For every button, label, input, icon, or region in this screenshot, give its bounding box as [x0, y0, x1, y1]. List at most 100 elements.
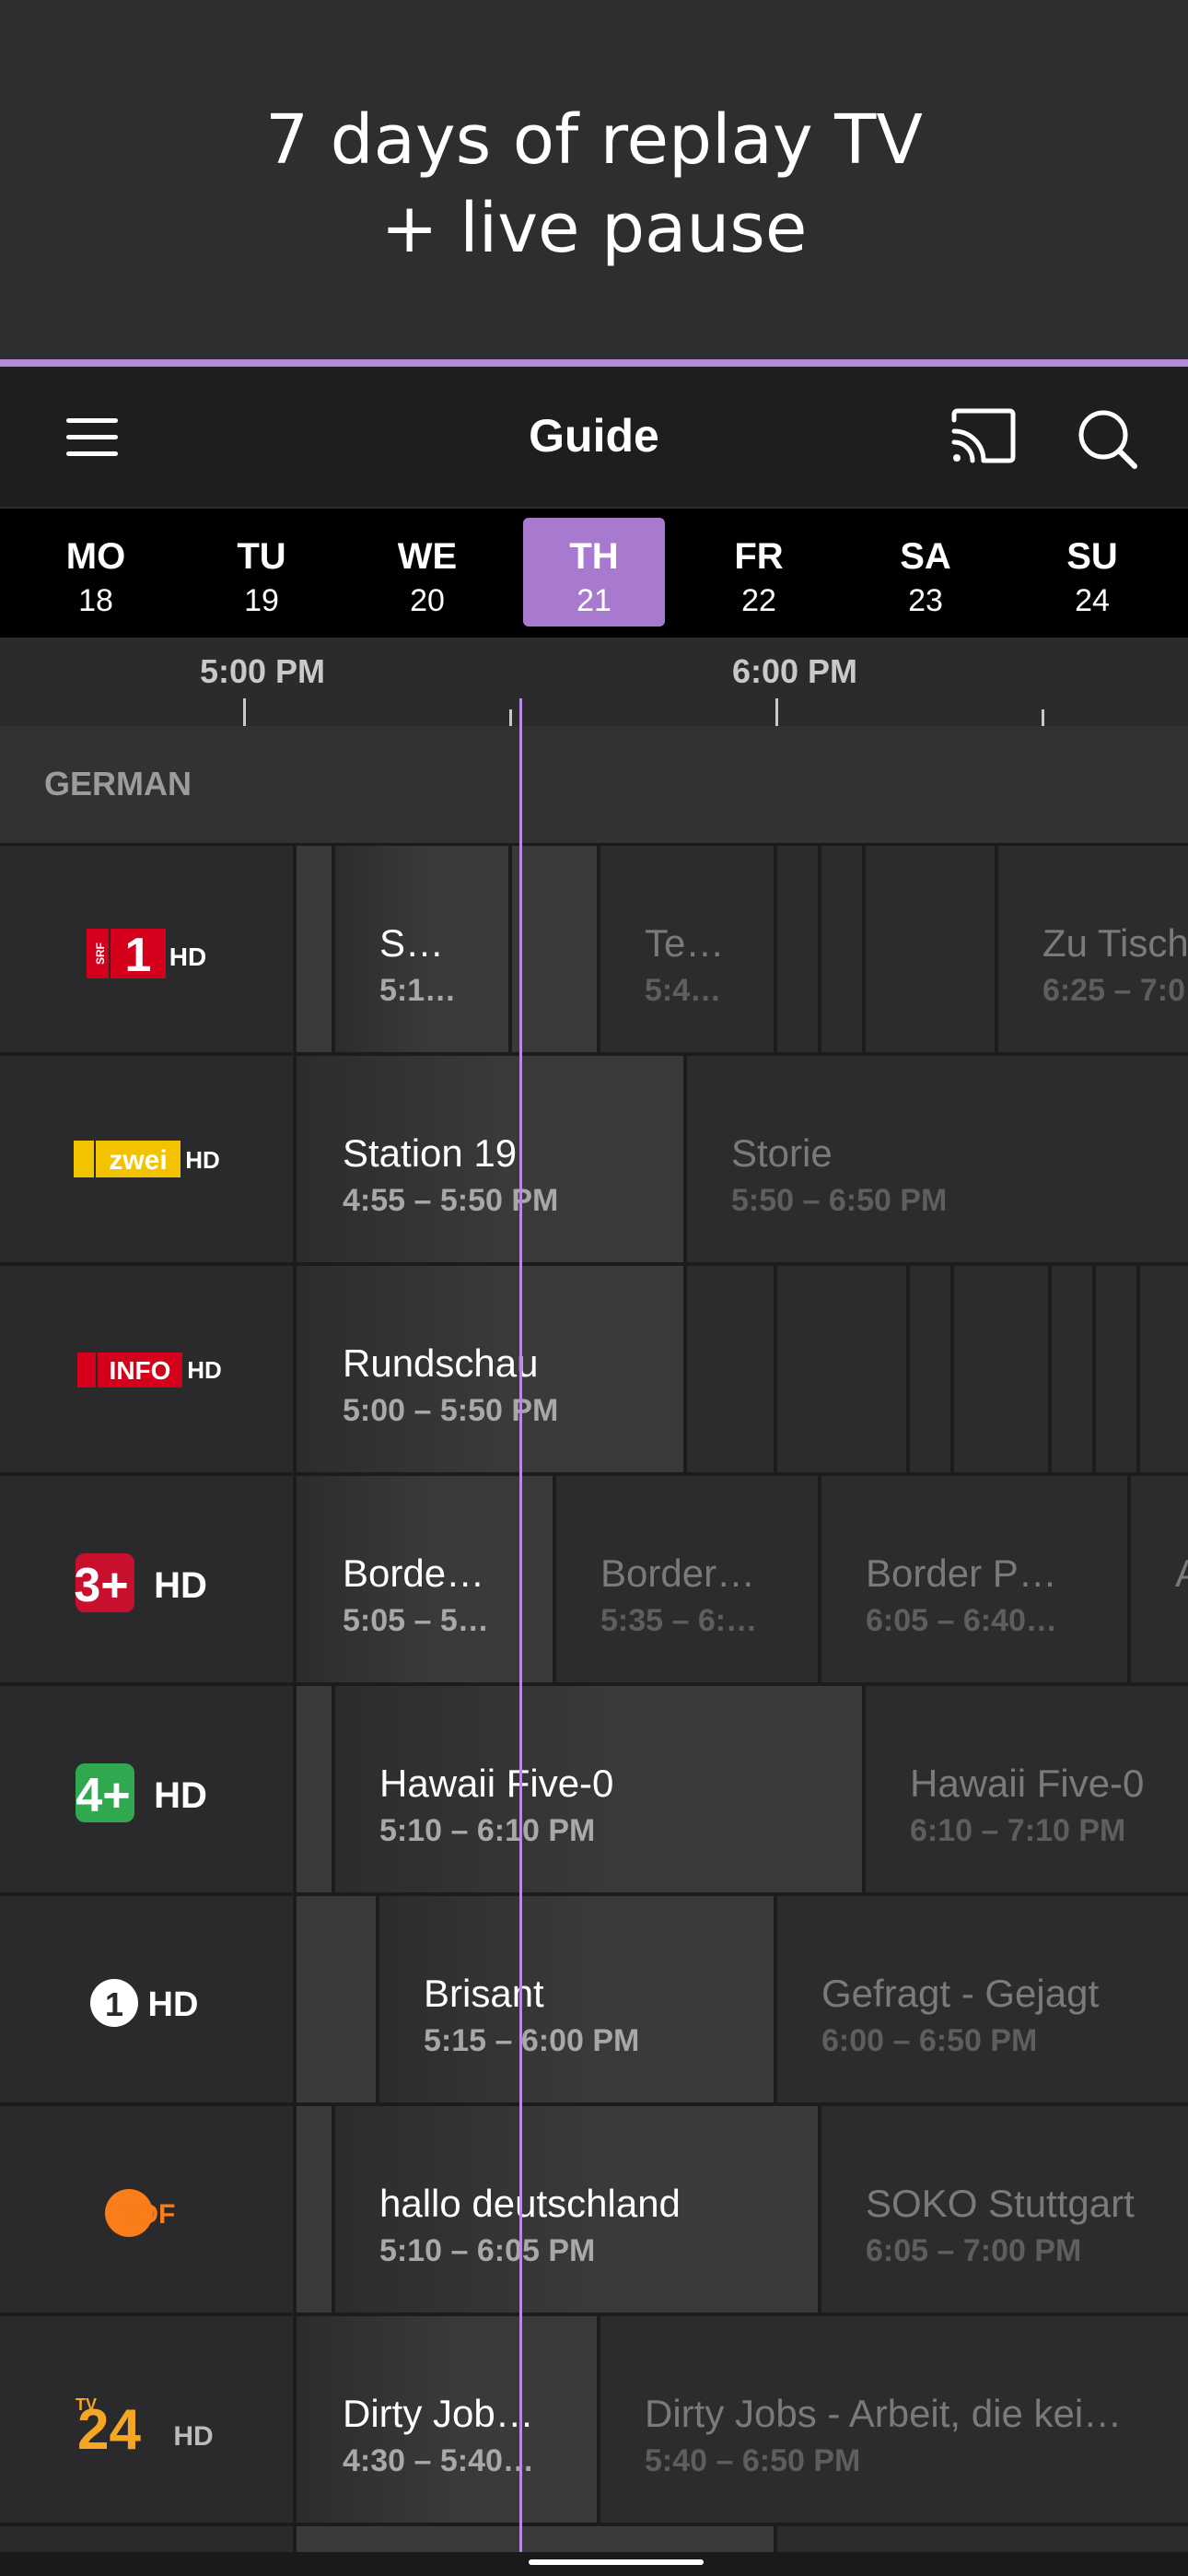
srfzwei-logo: zwei HD — [74, 1141, 220, 1177]
program-slot[interactable]: Borde… 5:05 – 5… — [297, 1476, 556, 1682]
app-bar: Guide — [0, 367, 1188, 507]
program-slot[interactable]: Brisant 5:15 – 6:00 PM — [379, 1896, 777, 2102]
program-slot[interactable]: SOKO Stuttgart 6:05 – 7:00 PM — [821, 2106, 1188, 2313]
program-slot[interactable]: Border P… 6:05 – 6:40… — [821, 1476, 1131, 1682]
program-slot[interactable] — [297, 2526, 777, 2552]
program-slot[interactable] — [687, 1266, 777, 1472]
tv24-logo: TV 24 HD — [76, 2395, 214, 2456]
time-ruler[interactable]: 5:00 PM 6:00 PM — [0, 638, 1188, 726]
program-slot[interactable]: Dirty Jobs - Arbeit, die kei… 5:40 – 6:5… — [600, 2316, 1188, 2523]
search-icon[interactable] — [1076, 407, 1138, 470]
svg-text:HD: HD — [187, 1356, 222, 1384]
program-slot[interactable] — [910, 1266, 954, 1472]
program-time: 6:10 – 7:10 PM — [910, 1813, 1126, 1848]
channel-logo-srfzwei[interactable]: zwei HD — [0, 1056, 297, 1262]
program-time: 5:05 – 5… — [343, 1603, 489, 1638]
program-slot[interactable]: Storie 5:50 – 6:50 PM — [687, 1056, 1188, 1262]
program-slot[interactable]: Te… 5:4… — [600, 846, 777, 1052]
svg-text:3+: 3+ — [74, 1559, 128, 1612]
day-number: 19 — [244, 583, 279, 618]
program-slot[interactable]: S… 5:1… — [335, 846, 512, 1052]
svg-text:zwei: zwei — [109, 1145, 167, 1176]
group-label: GERMAN — [44, 765, 192, 802]
program-slot[interactable]: A — [1131, 1476, 1188, 1682]
day-name: WE — [397, 536, 458, 577]
program-slot[interactable] — [512, 846, 600, 1052]
program-slot[interactable] — [297, 846, 335, 1052]
channel-logo-zdf[interactable]: 2DF — [0, 2106, 297, 2313]
channel-row: SRF 1 HD S… 5:1… Te… 5:4… Zu Tisch 6:25 … — [0, 846, 1188, 1056]
svg-text:HD: HD — [169, 943, 206, 971]
cast-icon[interactable] — [949, 407, 1019, 466]
channel-group-header: GERMAN — [0, 726, 1188, 846]
program-slot[interactable] — [297, 1686, 335, 1892]
day-tab-sa[interactable]: SA 23 — [855, 518, 996, 626]
program-time: 5:15 – 6:00 PM — [424, 2023, 640, 2058]
program-title: Borde… — [343, 1551, 485, 1595]
day-tab-fr[interactable]: FR 22 — [688, 518, 830, 626]
3plus-logo: 3+ HD — [74, 1553, 207, 1612]
channel-logo-tv24[interactable]: TV 24 HD — [0, 2316, 297, 2523]
srf1-logo: SRF 1 HD — [87, 929, 206, 982]
program-slot[interactable]: Gefragt - Gejagt 6:00 – 6:50 PM — [777, 1896, 1188, 2102]
channel-logo-partial[interactable] — [0, 2526, 297, 2552]
program-slot[interactable] — [1140, 1266, 1188, 1472]
program-slot[interactable] — [297, 2106, 335, 2313]
day-tab-we[interactable]: WE 20 — [356, 518, 498, 626]
day-name: FR — [734, 536, 784, 577]
4plus-logo: 4+ HD — [76, 1763, 207, 1822]
program-slot[interactable] — [1052, 1266, 1096, 1472]
program-slot[interactable] — [777, 846, 821, 1052]
channel-logo-4plus[interactable]: 4+ HD — [0, 1686, 297, 1892]
program-slot[interactable] — [297, 1896, 379, 2102]
svg-text:HD: HD — [154, 1775, 207, 1816]
program-slot[interactable]: hallo deutschland 5:10 – 6:05 PM — [335, 2106, 821, 2313]
channel-row: 3+ HD Borde… 5:05 – 5… Border… 5:35 – 6:… — [0, 1476, 1188, 1686]
program-title: S… — [379, 921, 445, 965]
channel-logo-srf1[interactable]: SRF 1 HD — [0, 846, 297, 1052]
program-slot[interactable] — [777, 1266, 910, 1472]
srfinfo-logo: INFO HD — [77, 1352, 222, 1388]
channel-logo-srfinfo[interactable]: INFO HD — [0, 1266, 297, 1472]
program-slot[interactable]: Hawaii Five-0 5:10 – 6:10 PM — [335, 1686, 866, 1892]
svg-text:4+: 4+ — [76, 1769, 130, 1822]
channel-logo-3plus[interactable]: 3+ HD — [0, 1476, 297, 1682]
day-tab-tu[interactable]: TU 19 — [191, 518, 332, 626]
program-slot[interactable] — [954, 1266, 1052, 1472]
program-slot[interactable]: Hawaii Five-0 6:10 – 7:10 PM — [866, 1686, 1188, 1892]
program-time: 5:40 – 6:50 PM — [645, 2443, 861, 2478]
program-slot[interactable] — [866, 846, 998, 1052]
day-tab-mo[interactable]: MO 18 — [25, 518, 167, 626]
program-slot[interactable]: Dirty Job… 4:30 – 5:40… — [297, 2316, 600, 2523]
promo-banner: 7 days of replay TV + live pause — [0, 0, 1188, 361]
svg-text:HD: HD — [148, 1985, 199, 2024]
svg-text:2DF: 2DF — [123, 2199, 176, 2230]
promo-title: 7 days of replay TV + live pause — [0, 96, 1188, 273]
svg-text:24: 24 — [77, 2398, 141, 2456]
program-title: Dirty Job… — [343, 2392, 534, 2435]
day-name: SA — [900, 536, 951, 577]
day-number: 21 — [577, 583, 611, 618]
home-indicator[interactable] — [529, 2559, 704, 2565]
program-slot[interactable]: Station 19 4:55 – 5:50 PM — [297, 1056, 687, 1262]
program-slot[interactable]: Border… 5:35 – 6:… — [556, 1476, 821, 1682]
time-label: 6:00 PM — [731, 652, 858, 690]
program-slot[interactable]: Rundschau 5:00 – 5:50 PM — [297, 1266, 687, 1472]
program-time: 6:25 – 7:0 — [1042, 973, 1185, 1008]
program-time: 4:30 – 5:40… — [343, 2443, 534, 2478]
day-tab-th[interactable]: TH 21 — [523, 518, 665, 626]
day-number: 20 — [410, 583, 445, 618]
program-slot[interactable]: Zu Tisch 6:25 – 7:0 — [998, 846, 1188, 1052]
svg-text:1: 1 — [105, 1985, 123, 2023]
time-tick — [243, 698, 246, 726]
program-slot[interactable] — [777, 2526, 1188, 2552]
program-slot[interactable] — [821, 846, 866, 1052]
channel-row-partial — [0, 2526, 1188, 2552]
channel-logo-ard[interactable]: 1 HD — [0, 1896, 297, 2102]
program-slot[interactable] — [1096, 1266, 1140, 1472]
program-title: Gefragt - Gejagt — [821, 1972, 1100, 2015]
program-title: Hawaii Five-0 — [379, 1762, 614, 1805]
day-tab-su[interactable]: SU 24 — [1021, 518, 1163, 626]
program-time: 5:10 – 6:10 PM — [379, 1813, 596, 1848]
program-time: 6:05 – 7:00 PM — [866, 2233, 1082, 2268]
